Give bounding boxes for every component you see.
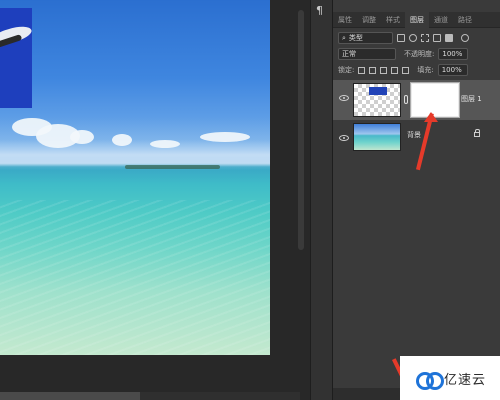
blend-mode-select[interactable]: 正常 (338, 48, 396, 60)
blend-row: 正常 不透明度: 100% (333, 46, 500, 62)
filter-kind-label: 类型 (348, 34, 363, 42)
filter-row: ⌕ 类型 (333, 30, 500, 46)
tab-paths[interactable]: 路径 (453, 12, 477, 28)
mask-link-icon[interactable] (404, 95, 408, 104)
panel-tool-strip: ¶ (310, 0, 332, 400)
cloud (70, 130, 94, 144)
filter-kind-select[interactable]: ⌕ 类型 (338, 32, 393, 44)
paragraph-icon[interactable]: ¶ (316, 4, 323, 17)
layer-name[interactable]: 图层 1 (461, 94, 482, 104)
lock-position-icon[interactable] (380, 66, 388, 74)
lock-transparent-icon[interactable] (358, 66, 366, 74)
watermark-text: 亿速云 (444, 372, 487, 388)
layers-panel: 属性 调整 样式 图层 通道 路径 ⌕ 类型 正常 不透明度: 100% 锁定: (332, 0, 500, 400)
lock-row: 锁定: 填充: 100% (333, 62, 500, 78)
lock-options (358, 66, 410, 74)
filter-pixel-icon[interactable] (397, 34, 405, 42)
layer-thumbnail[interactable] (353, 83, 401, 117)
tab-properties[interactable]: 属性 (333, 12, 357, 28)
water-ripples (0, 200, 270, 355)
fill-value: 100% (441, 66, 462, 74)
background-thumbnail[interactable] (353, 123, 401, 151)
visibility-eye-icon[interactable] (339, 95, 349, 101)
annotation-arrowhead-top (424, 112, 438, 122)
tab-styles[interactable]: 样式 (381, 12, 405, 28)
watermark: 亿速云 (400, 356, 500, 400)
layer-name[interactable]: 背景 (407, 130, 421, 140)
lock-all-icon[interactable] (402, 66, 410, 74)
filter-adjustment-icon[interactable] (409, 34, 417, 42)
panel-bottom-bar (333, 388, 403, 400)
opacity-value: 100% (442, 50, 463, 58)
lock-icon (474, 129, 480, 137)
layer-row-1[interactable]: 图层 1 (333, 80, 500, 120)
pasted-image-layer[interactable] (0, 8, 32, 108)
vertical-scrollbar[interactable] (298, 10, 304, 250)
blend-mode-value: 正常 (342, 50, 356, 58)
island-strip (125, 165, 220, 169)
filter-toggle-icon[interactable] (461, 34, 469, 42)
lock-artboard-icon[interactable] (391, 66, 399, 74)
search-icon: ⌕ (342, 34, 346, 42)
tab-adjustments[interactable]: 调整 (357, 12, 381, 28)
tab-channels[interactable]: 通道 (429, 12, 453, 28)
cloud (112, 134, 132, 146)
lock-label: 锁定: (338, 66, 355, 74)
tab-layers[interactable]: 图层 (405, 12, 429, 28)
document-canvas[interactable] (0, 0, 270, 355)
filter-type-icon[interactable] (421, 34, 429, 42)
cloud (200, 132, 250, 142)
filter-smart-object-icon[interactable] (445, 34, 453, 42)
cloud (150, 140, 180, 148)
filter-shape-icon[interactable] (433, 34, 441, 42)
thumbnail-image (369, 87, 387, 95)
horizontal-scrollbar-thumb[interactable] (0, 392, 140, 400)
watermark-logo-icon (414, 368, 444, 390)
lock-image-icon[interactable] (369, 66, 377, 74)
canvas-workspace[interactable] (0, 0, 308, 400)
layer-row-background[interactable]: 背景 (333, 120, 500, 160)
visibility-eye-icon[interactable] (339, 135, 349, 141)
fill-label: 填充: (417, 66, 434, 74)
fill-input[interactable]: 100% (437, 64, 468, 76)
opacity-input[interactable]: 100% (438, 48, 469, 60)
panel-tabs: 属性 调整 样式 图层 通道 路径 (333, 12, 500, 28)
opacity-label: 不透明度: (404, 50, 435, 58)
